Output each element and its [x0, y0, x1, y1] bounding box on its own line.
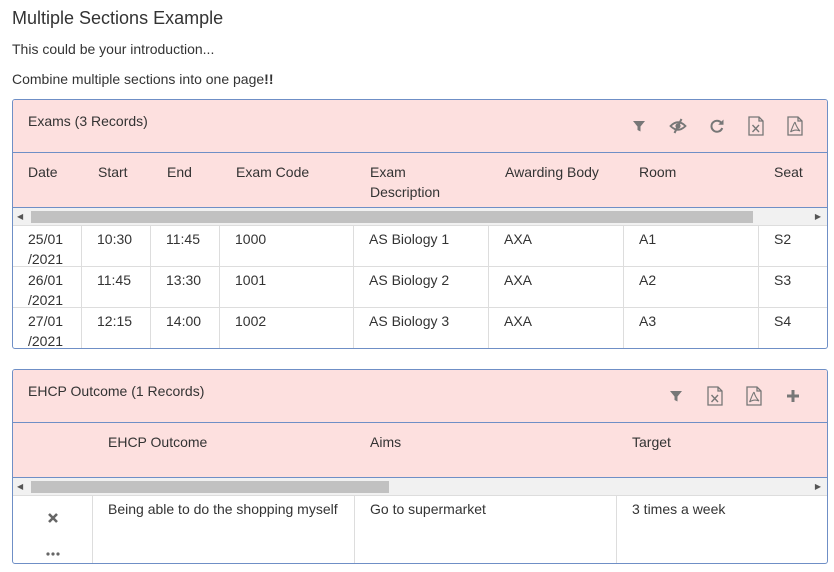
table-row[interactable]: 26/01 /2021 11:45 13:30 1001 AS Biology …: [13, 267, 827, 308]
column-header-exam-code[interactable]: Exam Code: [236, 162, 309, 182]
excel-export-icon[interactable]: [745, 115, 766, 137]
column-header-start[interactable]: Start: [98, 162, 128, 182]
cell-room: A1: [624, 226, 759, 266]
exams-toolbar: [628, 115, 805, 137]
cell-exam-description: AS Biology 1: [354, 226, 489, 266]
column-header-seat[interactable]: Seat: [774, 162, 803, 182]
combine-text: Combine multiple sections into one page!…: [12, 71, 274, 87]
cell-start: 12:15: [82, 308, 151, 348]
filter-icon[interactable]: [628, 115, 649, 137]
pdf-export-icon[interactable]: [743, 385, 764, 407]
exams-horizontal-scrollbar[interactable]: ◀ ▶: [13, 208, 827, 226]
page-title: Multiple Sections Example: [12, 8, 224, 28]
delete-icon[interactable]: [47, 509, 59, 529]
cell-awarding-body: AXA: [489, 226, 624, 266]
ehcp-table-header: EHCP Outcome Aims Target: [13, 423, 827, 478]
scrollbar-thumb[interactable]: [31, 481, 389, 493]
cell-exam-description: AS Biology 3: [354, 308, 489, 348]
cell-aims: Go to supermarket: [355, 496, 617, 563]
ehcp-panel-header: EHCP Outcome (1 Records): [13, 370, 827, 423]
cell-exam-description: AS Biology 2: [354, 267, 489, 307]
ehcp-horizontal-scrollbar[interactable]: ◀ ▶: [13, 478, 827, 496]
column-header-aims[interactable]: Aims: [370, 432, 401, 452]
cell-room: A2: [624, 267, 759, 307]
exams-panel: Exams (3 Records) Date Start End Exam Co…: [12, 99, 828, 349]
table-row[interactable]: 25/01 /2021 10:30 11:45 1000 AS Biology …: [13, 226, 827, 267]
column-header-room[interactable]: Room: [639, 162, 676, 182]
column-header-end[interactable]: End: [167, 162, 192, 182]
column-header-ehcp-outcome[interactable]: EHCP Outcome: [108, 432, 207, 452]
cell-exam-code: 1000: [220, 226, 354, 266]
row-actions: [13, 496, 93, 563]
exams-panel-header: Exams (3 Records): [13, 100, 827, 153]
cell-date: 26/01 /2021: [13, 267, 82, 308]
eye-slash-icon[interactable]: [667, 115, 688, 137]
scrollbar-thumb[interactable]: [31, 211, 753, 223]
cell-end: 11:45: [151, 226, 220, 266]
column-header-date[interactable]: Date: [28, 162, 58, 182]
cell-start: 11:45: [82, 267, 151, 307]
refresh-icon[interactable]: [706, 115, 727, 137]
exams-table-body: 25/01 /2021 10:30 11:45 1000 AS Biology …: [13, 226, 827, 348]
table-row[interactable]: Being able to do the shopping myself Go …: [13, 496, 827, 563]
cell-seat: S2: [774, 231, 792, 247]
cell-exam-code: 1002: [220, 308, 354, 348]
exams-panel-title: Exams (3 Records): [28, 113, 148, 129]
exams-table-header: Date Start End Exam Code Exam Descriptio…: [13, 153, 827, 208]
cell-date: 25/01 /2021: [13, 226, 82, 267]
cell-end: 13:30: [151, 267, 220, 307]
column-header-exam-description[interactable]: Exam Description: [370, 162, 460, 202]
pdf-export-icon[interactable]: [784, 115, 805, 137]
ehcp-panel-title: EHCP Outcome (1 Records): [28, 383, 205, 399]
column-header-awarding-body[interactable]: Awarding Body: [505, 162, 599, 182]
cell-exam-code: 1001: [220, 267, 354, 307]
cell-end: 14:00: [151, 308, 220, 348]
cell-date: 27/01 /2021: [13, 308, 82, 348]
more-icon[interactable]: [45, 541, 60, 561]
cell-seat: S4: [774, 313, 792, 329]
cell-awarding-body: AXA: [489, 308, 624, 348]
ehcp-table-body: Being able to do the shopping myself Go …: [13, 496, 827, 563]
cell-ehcp-outcome: Being able to do the shopping myself: [93, 496, 355, 563]
excel-export-icon[interactable]: [704, 385, 725, 407]
cell-room: A3: [624, 308, 759, 348]
ehcp-outcome-panel: EHCP Outcome (1 Records) EHCP Outcome Ai…: [12, 369, 828, 564]
cell-start: 10:30: [82, 226, 151, 266]
scroll-left-arrow-icon[interactable]: ◀: [17, 212, 23, 222]
table-row[interactable]: 27/01 /2021 12:15 14:00 1002 AS Biology …: [13, 308, 827, 348]
scroll-left-arrow-icon[interactable]: ◀: [17, 482, 23, 492]
add-icon[interactable]: [782, 385, 803, 407]
ehcp-toolbar: [665, 385, 803, 407]
cell-target: 3 times a week: [632, 501, 726, 517]
column-header-target[interactable]: Target: [632, 432, 671, 452]
filter-icon[interactable]: [665, 385, 686, 407]
introduction-text: This could be your introduction...: [12, 41, 215, 57]
scroll-right-arrow-icon[interactable]: ▶: [815, 212, 821, 222]
cell-awarding-body: AXA: [489, 267, 624, 307]
cell-seat: S3: [774, 272, 792, 288]
scroll-right-arrow-icon[interactable]: ▶: [815, 482, 821, 492]
